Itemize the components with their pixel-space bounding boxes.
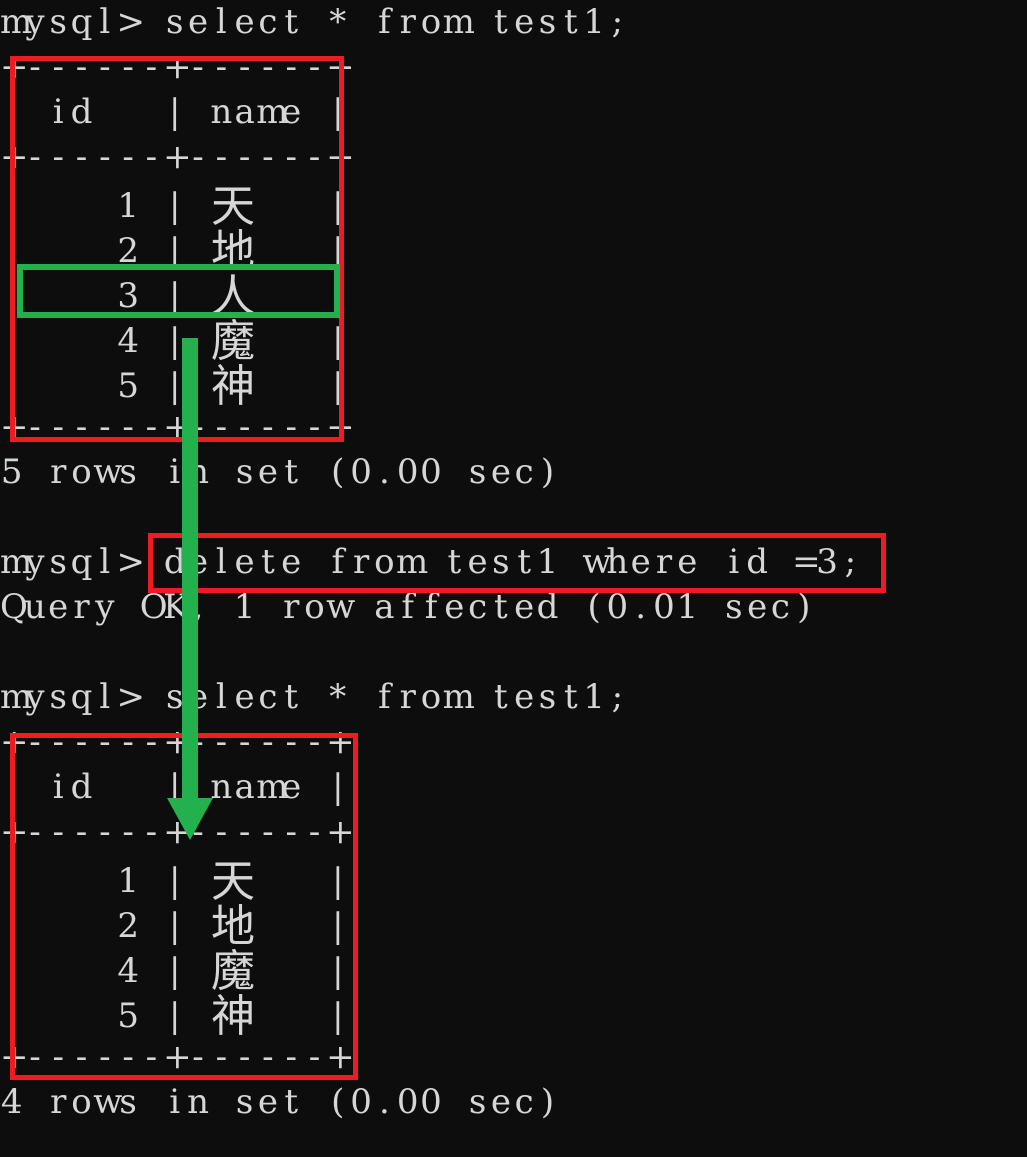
terminal-line-tbl2-row-1: | 1 | 天 | [5,856,344,907]
terminal-line-spacer-1 [0,495,1027,540]
terminal-line-cmd-select-2: my s q l > select * f r om t e s t 1; [0,677,624,717]
terminal-line-tbl1-header: | id | name | [5,92,344,132]
terminal-line-tbl2-header: | id | name | [5,767,344,807]
terminal-line-tbl1-row-2: | 2 | 地 | [5,226,344,277]
terminal-line-tbl1-bot-rule: +- - - - - - +- - - - - - + [0,407,355,447]
terminal-line-tbl2-bot-rule: +- - - - - - +- - - - - - + [0,1037,355,1077]
terminal-line-tbl1-mid-rule: +- - - - - - +- - - - - - + [0,137,355,177]
terminal-line-tbl1-row-5: | 5 | 神 | [5,361,344,412]
terminal-line-tbl1-row-4: | 4 | 魔 | [5,316,344,367]
terminal-line-tbl2-top-rule: +- - - - - - +- - - - - - + [0,722,355,762]
terminal-line-tbl2-rowcount: 4 r ows in set (0. 00 s e c) [0,1082,555,1122]
terminal-line-tbl1-row-3: | 3 | 人 | [5,271,344,322]
terminal-line-tbl2-mid-rule: +- - - - - - +- - - - - - + [0,812,355,852]
green-down-arrow-shaft [182,338,198,804]
terminal-line-tbl2-row-2: | 2 | 地 | [5,901,344,952]
terminal-line-spacer-2 [0,630,1027,675]
terminal-line-delete-result: Que r y OK, 1 r ow a f f e c t ed (0. 01 s e c) [0,587,811,627]
terminal-line-tbl1-top-rule: +- - - - - - +- - - - - - + [0,47,355,87]
terminal-line-tbl1-rowcount: 5 r ows in set (0. 00 s e c) [0,452,555,492]
terminal-line-tbl2-row-5: | 5 | 神 | [5,991,344,1042]
terminal-output: my s q l > select * f r om t e s t 1; +- - - - - - +- - - - -… [0,0,1027,1125]
terminal-line-tbl1-row-1: | 1 | 天 | [5,181,344,232]
terminal-line-tbl2-row-4: | 4 | 魔 | [5,946,344,997]
terminal-line-cmd-select-1: my s q l > select * f r om t e s t 1; [0,2,624,42]
terminal-screenshot: my s q l > select * f r om t e s t 1; +- - - - - - +- - - - -… [0,0,1027,1157]
green-down-arrow-head [167,798,213,840]
terminal-line-cmd-delete: my s q l > de l e t e f r om test1 whe r e id =3; [0,542,857,582]
